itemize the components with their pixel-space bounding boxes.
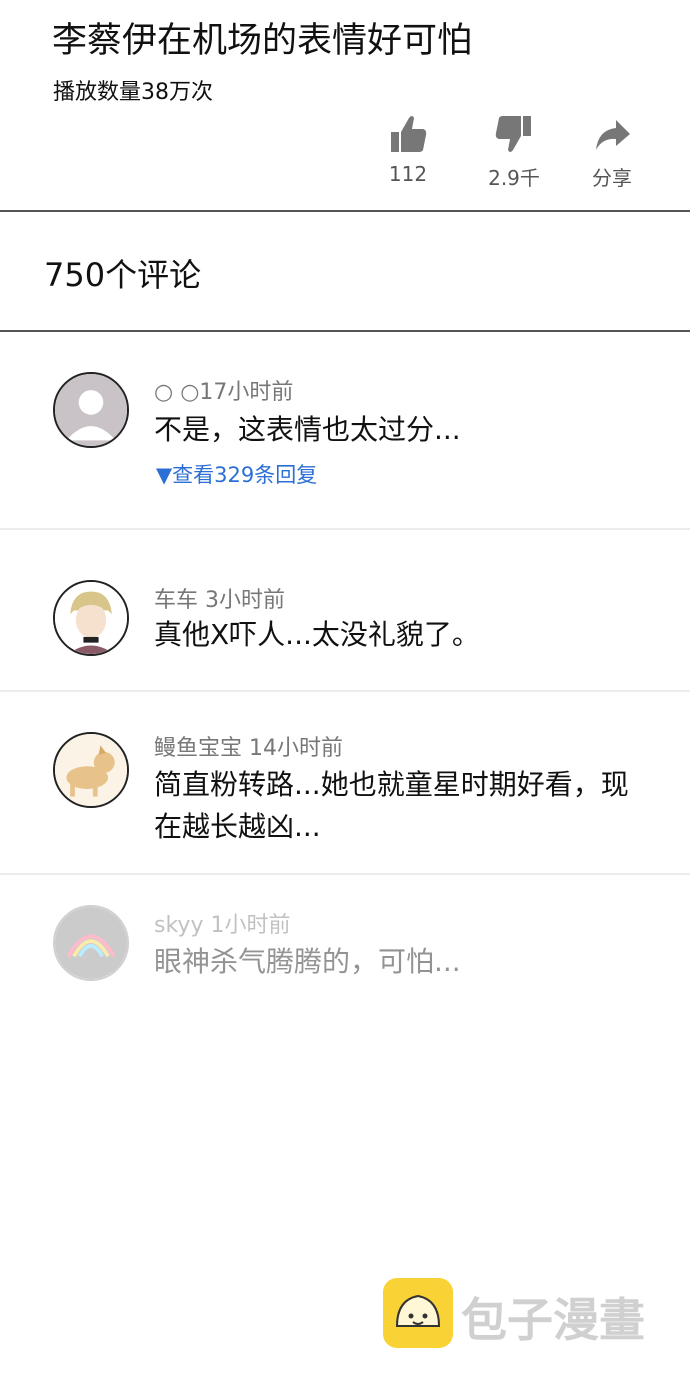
video-title: 李蔡伊在机场的表情好可怕 [52,21,473,61]
share-label: 分享 [592,166,632,190]
comment-text: 简直粉转路...她也就童星时期好看，现在越长越凶... [154,768,629,843]
comment-item: skyy 1小时前 眼神杀气腾腾的，可怕... [0,875,690,1025]
comment-meta: ○ ○17小时前 [154,380,294,405]
share-icon [592,112,632,156]
thumbs-up-icon [388,112,428,156]
comment-item: 车车 3小时前 真他X吓人...太没礼貌了。 [0,530,690,690]
watermark-text: 包子漫畫 [461,1293,645,1347]
watermark: 包子漫畫 [383,1278,663,1350]
avatar[interactable] [53,732,129,808]
comment-meta: skyy 1小时前 [154,913,291,938]
share-button[interactable]: 分享 [572,112,652,191]
avatar[interactable] [53,372,129,448]
like-button[interactable]: 112 [368,112,448,186]
comment-count: 750个评论 [44,256,202,294]
avatar[interactable] [53,580,129,656]
view-count: 播放数量38万次 [53,80,213,105]
header-divider [0,210,690,212]
thumbs-down-icon [494,112,534,156]
comment-item: ○ ○17小时前 不是，这表情也太过分... ▼查看329条回复 [0,332,690,528]
like-count: 112 [388,162,428,186]
video-header: 李蔡伊在机场的表情好可怕 播放数量38万次 112 2.9千 分享 [0,0,690,212]
bun-logo-icon [383,1278,453,1348]
comment-meta: 鳗鱼宝宝 14小时前 [154,736,343,761]
comment-item: 鳗鱼宝宝 14小时前 简直粉转路...她也就童星时期好看，现在越长越凶... [0,692,690,872]
comment-text: 眼神杀气腾腾的，可怕... [154,945,461,978]
comment-text: 不是，这表情也太过分... [154,413,461,446]
comment-text: 真他X吓人...太没礼貌了。 [154,618,480,651]
view-replies-link[interactable]: ▼查看329条回复 [156,459,317,489]
dislike-count: 2.9千 [488,166,540,190]
dislike-button[interactable]: 2.9千 [474,112,554,191]
comment-meta: 车车 3小时前 [154,588,285,613]
avatar[interactable] [53,905,129,981]
